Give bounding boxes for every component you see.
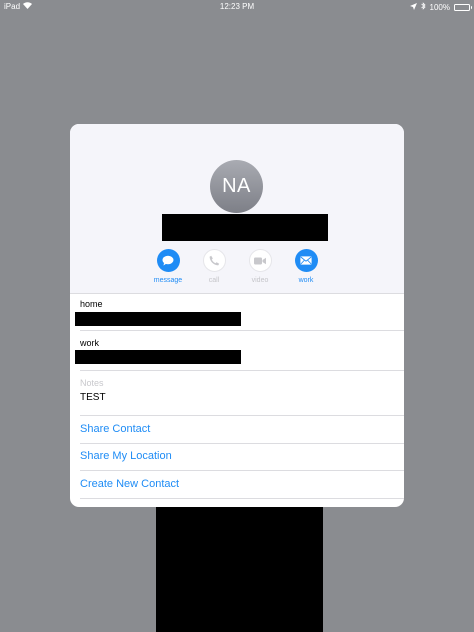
call-action-button[interactable]: call <box>194 249 234 284</box>
separator <box>80 370 404 371</box>
message-action-button[interactable]: message <box>148 249 188 284</box>
redacted-background-block <box>156 505 323 632</box>
avatar: NA <box>210 160 263 213</box>
video-action-button[interactable]: video <box>240 249 280 284</box>
quick-actions: message call video work <box>70 249 404 289</box>
contact-header: NA message call video work <box>70 124 404 293</box>
status-bar: iPad 12:23 PM 100% <box>0 0 474 13</box>
notes-label: Notes <box>80 378 104 388</box>
mail-action-button[interactable]: work <box>286 249 326 284</box>
message-icon <box>156 249 180 272</box>
share-my-location-link[interactable]: Share My Location <box>80 450 172 462</box>
notes-value[interactable]: TEST <box>80 392 106 403</box>
create-new-contact-link[interactable]: Create New Contact <box>80 478 179 490</box>
redacted-work-value[interactable] <box>75 350 241 364</box>
mail-action-label: work <box>298 277 314 284</box>
call-action-label: call <box>208 277 220 284</box>
separator <box>80 415 404 416</box>
separator <box>80 330 404 331</box>
message-action-label: message <box>153 277 183 284</box>
separator <box>80 498 404 499</box>
separator <box>80 443 404 444</box>
share-contact-link[interactable]: Share Contact <box>80 423 150 435</box>
work-field-label: work <box>80 338 100 348</box>
home-field-label: home <box>80 299 103 309</box>
video-icon <box>248 249 272 272</box>
mail-icon <box>294 249 318 272</box>
phone-icon <box>202 249 226 272</box>
redacted-home-value[interactable] <box>75 312 241 326</box>
video-action-label: video <box>251 277 269 284</box>
redacted-contact-name <box>162 214 328 241</box>
battery-icon <box>454 3 472 11</box>
battery-percent: 100% <box>429 2 450 12</box>
contact-card: NA message call video work home work Not… <box>70 124 404 507</box>
location-icon <box>409 2 417 12</box>
separator <box>80 470 404 471</box>
status-right: 100% <box>409 2 472 12</box>
status-time: 12:23 PM <box>219 2 255 11</box>
separator <box>70 293 404 294</box>
bluetooth-icon <box>420 2 426 12</box>
